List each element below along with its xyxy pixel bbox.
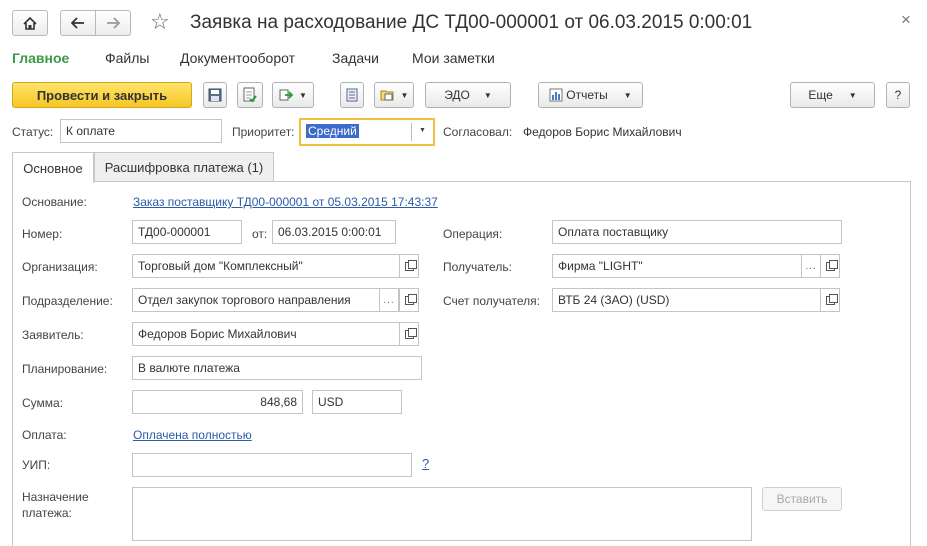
menu-documents[interactable]: Документооборот [180,50,295,66]
more-label: Еще [808,88,833,102]
forward-button[interactable] [95,10,131,36]
combo-separator [411,123,412,141]
open-icon [825,259,838,271]
save-icon [208,88,222,102]
menu-files[interactable]: Файлы [105,50,149,66]
chevron-down-icon: ▼ [400,90,409,100]
home-button[interactable] [12,10,48,36]
back-button[interactable] [60,10,96,36]
help-button[interactable]: ? [886,82,910,108]
priority-label: Приоритет: [232,125,295,139]
post-icon [243,87,257,103]
purpose-textarea[interactable] [132,487,752,541]
planning-label: Планирование: [22,362,108,376]
close-icon[interactable]: × [901,10,911,30]
print-list-button[interactable] [340,82,364,108]
uip-help-link[interactable]: ? [422,456,429,471]
amount-label: Сумма: [22,396,64,410]
open-icon [404,259,417,271]
applicant-open-button[interactable] [399,322,419,346]
reports-label: Отчеты [566,88,608,102]
tab-payment-details[interactable]: Расшифровка платежа (1) [94,152,274,182]
operation-field[interactable]: Оплата поставщику [552,220,842,244]
open-icon [404,293,417,305]
forward-arrow-icon [107,17,120,29]
reports-button[interactable]: Отчеты ▼ [538,82,643,108]
back-arrow-icon [71,17,84,29]
menu-main[interactable]: Главное [12,50,69,66]
operation-label: Операция: [443,227,503,241]
menu-notes[interactable]: Мои заметки [412,50,495,66]
recipient-select-button[interactable]: ... [801,254,821,278]
menu-tasks[interactable]: Задачи [332,50,379,66]
insert-button[interactable]: Вставить [762,487,842,511]
reports-icon [549,88,563,102]
open-icon [404,327,417,339]
basis-label: Основание: [22,195,87,209]
chevron-down-icon[interactable]: ▼ [419,127,426,134]
date-field[interactable]: 06.03.2015 0:00:01 [272,220,396,244]
uip-field[interactable] [132,453,412,477]
open-icon [825,293,838,305]
star-icon[interactable]: ☆ [150,9,170,35]
priority-value: Средний [306,124,359,138]
create-based-on-button[interactable]: ▼ [272,82,314,108]
edo-label: ЭДО [444,88,470,102]
organization-open-button[interactable] [399,254,419,278]
organization-field[interactable]: Торговый дом "Комплексный" [132,254,400,278]
recipient-open-button[interactable] [820,254,840,278]
approved-label: Согласовал: [443,125,513,139]
division-select-button[interactable]: ... [379,288,399,312]
chevron-down-icon: ▼ [848,90,857,100]
amount-field[interactable]: 848,68 [132,390,303,414]
applicant-field[interactable]: Федоров Борис Михайлович [132,322,400,346]
status-field[interactable]: К оплате [60,119,222,143]
currency-field[interactable]: USD [312,390,402,414]
priority-combo[interactable]: Средний ▼ [299,118,435,146]
attach-button[interactable]: ▼ [374,82,414,108]
number-label: Номер: [22,227,63,241]
approved-value: Федоров Борис Михайлович [523,125,682,139]
chevron-down-icon: ▼ [623,90,632,100]
organization-label: Организация: [22,260,98,274]
applicant-label: Заявитель: [22,328,84,342]
post-and-close-button[interactable]: Провести и закрыть [12,82,192,108]
uip-label: УИП: [22,458,51,472]
edo-button[interactable]: ЭДО ▼ [425,82,511,108]
payment-label: Оплата: [22,428,67,442]
save-button[interactable] [203,82,227,108]
account-label: Счет получателя: [443,294,540,308]
tab-main[interactable]: Основное [12,152,94,183]
payment-status-link[interactable]: Оплачена полностью [133,428,252,442]
recipient-label: Получатель: [443,260,512,274]
window-title: Заявка на расходование ДС ТД00-000001 от… [190,12,753,33]
number-field[interactable]: ТД00-000001 [132,220,242,244]
basis-link[interactable]: Заказ поставщику ТД00-000001 от 05.03.20… [133,195,438,209]
planning-field[interactable]: В валюте платежа [132,356,422,380]
more-button[interactable]: Еще ▼ [790,82,875,108]
account-field[interactable]: ВТБ 24 (ЗАО) (USD) [552,288,821,312]
division-label: Подразделение: [22,294,113,308]
division-field[interactable]: Отдел закупок торгового направления [132,288,380,312]
attach-icon [380,90,394,101]
ellipsis-icon: ... [383,294,395,306]
ellipsis-icon: ... [805,260,817,272]
division-open-button[interactable] [399,288,419,312]
from-label: от: [252,227,268,241]
chevron-down-icon: ▼ [299,90,307,100]
home-icon [23,16,37,30]
post-button[interactable] [237,82,263,108]
purpose-label: Назначение платежа: [22,490,89,520]
create-based-on-icon [279,89,294,101]
account-open-button[interactable] [820,288,840,312]
list-icon [346,88,358,102]
chevron-down-icon: ▼ [483,90,492,100]
recipient-field[interactable]: Фирма "LIGHT" [552,254,802,278]
status-label: Статус: [12,125,54,139]
